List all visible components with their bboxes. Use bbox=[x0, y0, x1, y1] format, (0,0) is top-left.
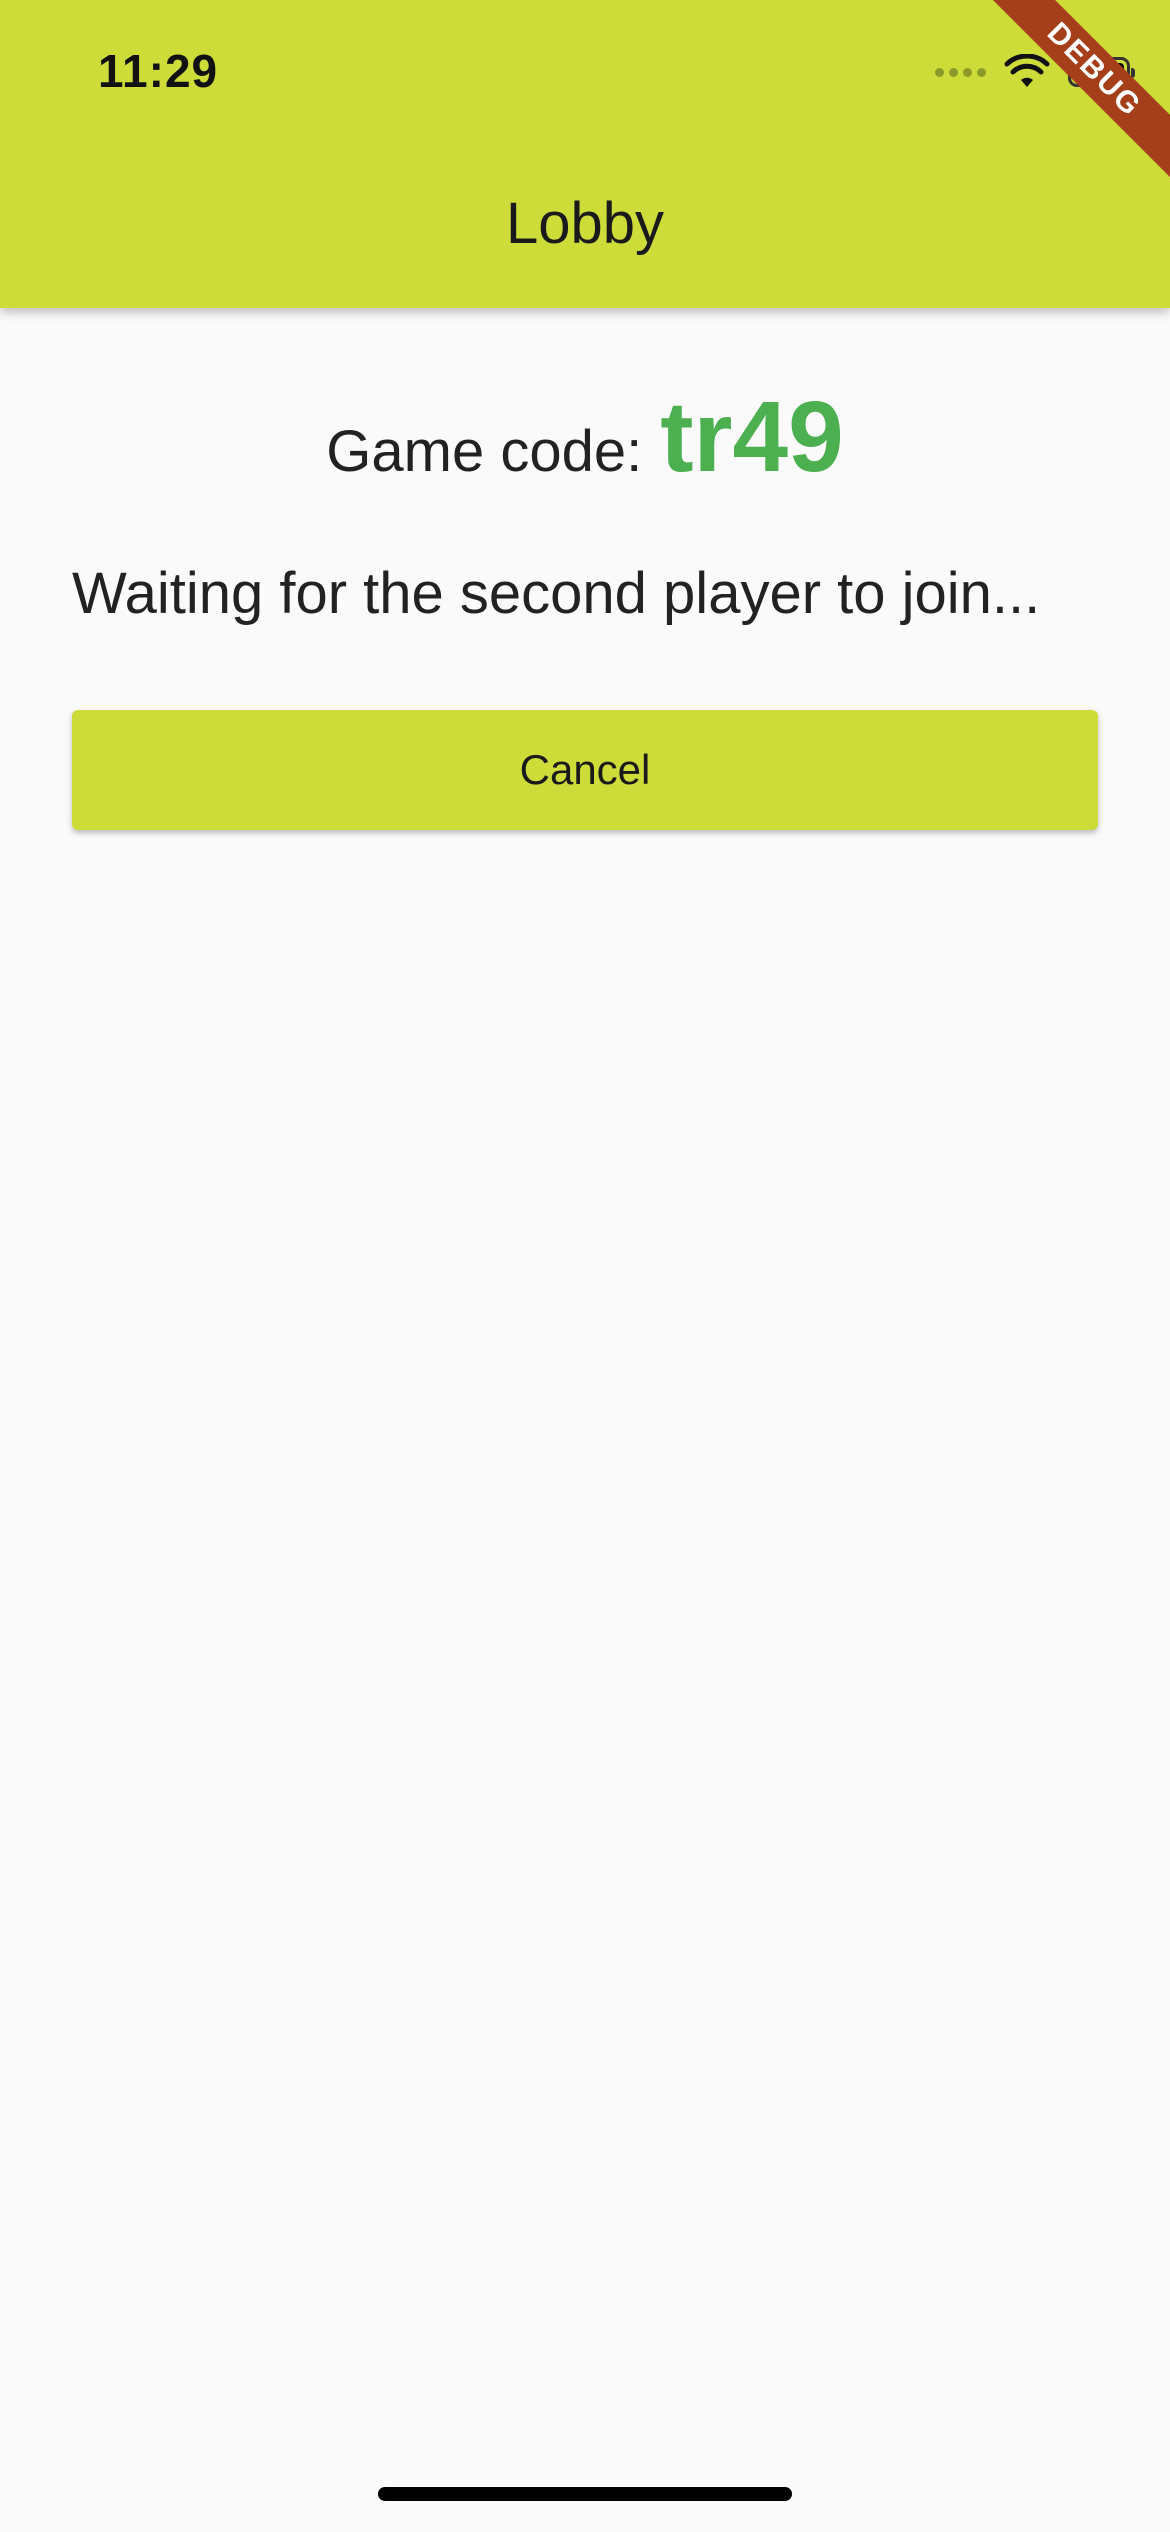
game-code-label: Game code: bbox=[326, 419, 643, 484]
lobby-content: Game code: tr49 Waiting for the second p… bbox=[72, 308, 1098, 830]
home-indicator[interactable] bbox=[378, 2487, 792, 2501]
game-code-row: Game code: tr49 bbox=[72, 380, 1098, 493]
debug-banner: DEBUG bbox=[970, 0, 1170, 200]
status-time: 11:29 bbox=[98, 45, 219, 97]
cancel-button[interactable]: Cancel bbox=[72, 710, 1098, 830]
page-title: Lobby bbox=[505, 191, 665, 256]
waiting-message: Waiting for the second player to join... bbox=[72, 561, 1041, 626]
game-code-value: tr49 bbox=[660, 381, 844, 493]
debug-banner-label: DEBUG bbox=[972, 0, 1170, 192]
